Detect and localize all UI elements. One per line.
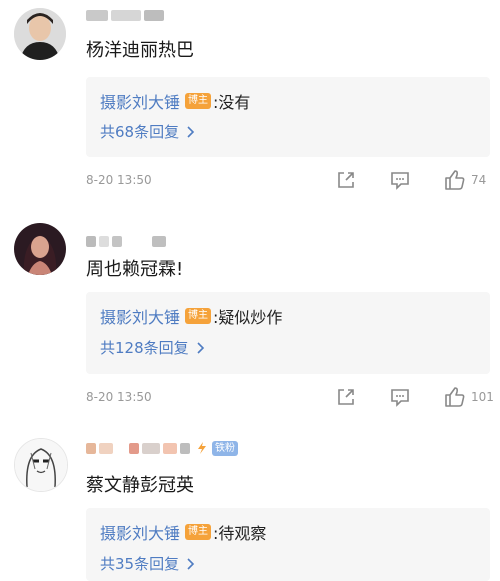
blogger-badge: 博主 [185,93,212,109]
reply-text: :没有 [213,93,251,112]
comment-text: 周也赖冠霖! [86,259,184,280]
avatar-sketch-icon[interactable] [14,438,68,492]
blogger-reply: 摄影刘大锤 博主 :疑似炒作 [100,304,282,328]
blogger-name-link[interactable]: 摄影刘大锤 [100,520,180,544]
comment-actions: 101 [335,385,494,409]
thumbs-up-icon[interactable] [443,385,467,409]
blogger-name-link[interactable]: 摄影刘大锤 [100,89,180,113]
comment-item: 周也赖冠霖! 摄影刘大锤 博主 :疑似炒作 共128条回复 8-20 13:50… [0,215,500,430]
reply-preview-box[interactable]: 摄影刘大锤 博主 :待观察 共35条回复 [86,508,490,581]
avatar-woman-icon[interactable] [14,223,66,275]
comment-text: 杨洋迪丽热巴 [86,40,194,61]
avatar-man-icon[interactable] [14,8,66,60]
username-blurred[interactable] [86,234,166,248]
like-count: 74 [471,173,487,187]
like-count: 101 [471,390,494,404]
share-icon[interactable] [335,169,357,191]
blogger-reply: 摄影刘大锤 博主 :没有 [100,89,250,113]
blogger-reply: 摄影刘大锤 博主 :待观察 [100,520,266,544]
comment-item: 铁粉 蔡文静彭冠英 摄影刘大锤 博主 :待观察 共35条回复 [0,430,500,581]
blogger-badge: 博主 [185,524,212,540]
reply-count-link[interactable]: 共35条回复 [100,553,195,574]
reply-preview-box[interactable]: 摄影刘大锤 博主 :疑似炒作 共128条回复 [86,292,490,374]
thumbs-up-icon[interactable] [443,168,467,192]
comment-text: 蔡文静彭冠英 [86,475,194,496]
comment-item: 杨洋迪丽热巴 摄影刘大锤 博主 :没有 共68条回复 8-20 13:50 74 [0,0,500,210]
username-blurred[interactable]: 铁粉 [86,440,238,456]
reply-preview-box[interactable]: 摄影刘大锤 博主 :没有 共68条回复 [86,77,490,157]
comment-icon[interactable] [389,169,411,191]
comment-actions: 74 [335,168,486,192]
chevron-right-icon [187,125,195,138]
reply-text: :疑似炒作 [213,308,283,327]
chevron-right-icon [197,341,205,354]
reply-count-label: 共128条回复 [100,339,189,357]
fan-icon [197,442,207,454]
reply-text: :待观察 [213,524,267,543]
chevron-right-icon [187,557,195,570]
blogger-badge: 博主 [185,308,212,324]
reply-count-label: 共68条回复 [100,123,180,141]
username-blurred[interactable] [86,8,164,22]
comment-time: 8-20 13:50 [86,390,152,404]
share-icon[interactable] [335,386,357,408]
reply-count-link[interactable]: 共128条回复 [100,337,205,358]
reply-count-label: 共35条回复 [100,555,180,573]
fan-badge: 铁粉 [212,440,238,456]
comment-time: 8-20 13:50 [86,173,152,187]
comment-icon[interactable] [389,386,411,408]
blogger-name-link[interactable]: 摄影刘大锤 [100,304,180,328]
reply-count-link[interactable]: 共68条回复 [100,121,195,142]
